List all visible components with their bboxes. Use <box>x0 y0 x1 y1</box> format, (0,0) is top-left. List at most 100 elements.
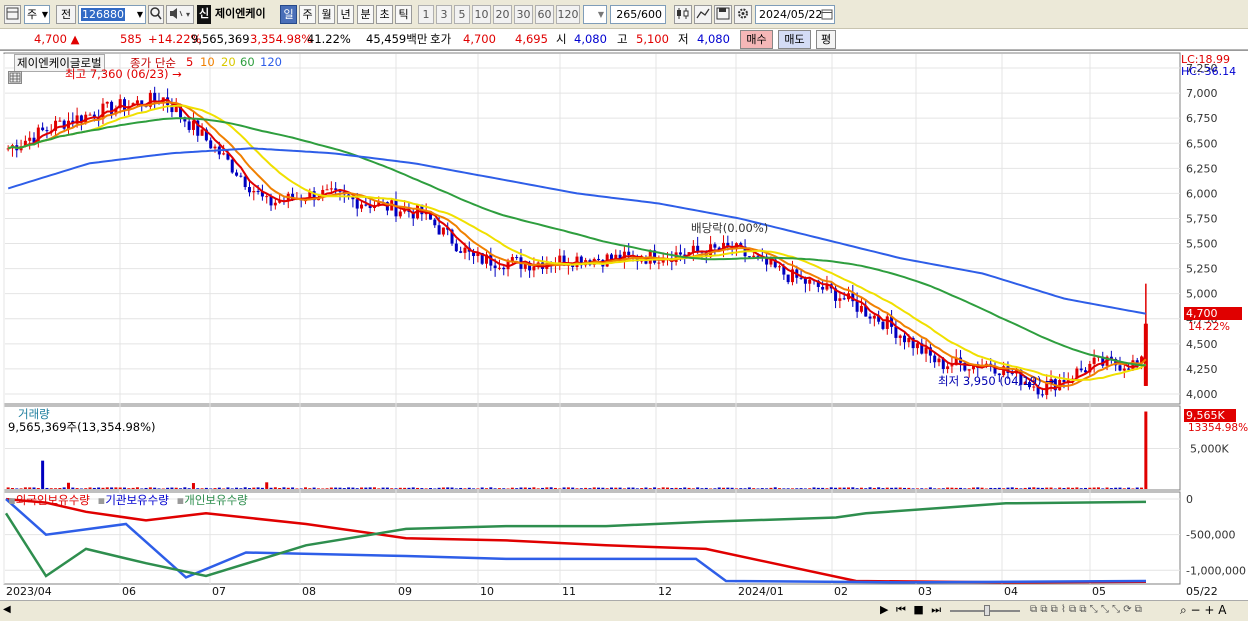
sound-icon[interactable]: ▾ <box>166 5 194 24</box>
grid-toggle-icon[interactable] <box>8 71 22 84</box>
tool-icons[interactable]: ⧉ ⧉ ⧉ ⌇ ⧉ ⧉ ⤡ ⤡ ⤡ ⟳ ⧉ <box>1030 604 1142 615</box>
candle-body <box>360 204 364 209</box>
volume-bar <box>381 487 385 489</box>
x-tick-label: 10 <box>480 585 494 598</box>
volume-bar <box>640 488 644 489</box>
ask-label: 호가 <box>430 32 452 46</box>
volume-bar <box>209 488 213 489</box>
volume-bar <box>997 487 1001 489</box>
interval-120[interactable]: 120 <box>556 5 580 24</box>
ma-legend-5: 5 <box>186 55 194 69</box>
interval-60[interactable]: 60 <box>535 5 554 24</box>
volume-bar <box>627 487 631 489</box>
volume-bar <box>838 487 842 489</box>
volume-bar <box>976 487 980 489</box>
volume-bar <box>304 487 308 489</box>
buy-button[interactable]: 매수 <box>740 30 773 49</box>
candle-body <box>933 355 937 363</box>
tab-period-day[interactable]: 일 <box>280 5 297 24</box>
volume-bar <box>924 488 928 489</box>
volume-bar <box>377 488 381 489</box>
legend-institution: 기관보유수량 <box>105 493 169 507</box>
candle-body <box>364 204 368 206</box>
volume-bar <box>911 488 915 489</box>
interval-1[interactable]: 1 <box>418 5 434 24</box>
eval-button[interactable]: 평 <box>816 30 836 49</box>
volume-bar <box>342 488 346 489</box>
interval-5[interactable]: 5 <box>454 5 470 24</box>
volume-bar <box>846 487 850 489</box>
zoom-slider-handle[interactable] <box>984 605 990 616</box>
tab-period-month[interactable]: 월 <box>318 5 335 24</box>
volume-bar <box>204 487 208 489</box>
volume-bar <box>575 488 579 489</box>
y-tick-label: 5,000 <box>1186 288 1218 301</box>
y-tick-label: 7,000 <box>1186 87 1218 100</box>
zoom-controls[interactable]: ⌕ − + A <box>1180 603 1226 618</box>
save-icon[interactable] <box>714 5 732 24</box>
volume-bar <box>816 487 820 489</box>
volume-bar <box>622 488 626 489</box>
volume-bar <box>411 487 415 489</box>
chart-area[interactable]: 7,250 7,000 6,750 6,500 6,250 6,000 5,750 5,500… <box>0 50 1248 600</box>
candle-body <box>786 274 790 283</box>
custom-interval-select[interactable]: ▼ <box>583 5 607 24</box>
playback-controls[interactable]: ▶ ⏮ ■ ⏭ <box>880 603 943 617</box>
interval-10[interactable]: 10 <box>472 5 491 24</box>
chart-svg[interactable]: 7,2507,0006,7506,5006,2506,0005,7505,500… <box>0 51 1248 601</box>
search-icon[interactable] <box>148 5 164 24</box>
volume-bar <box>1045 487 1049 489</box>
volume-bar <box>459 487 463 489</box>
volume-bar <box>282 487 286 489</box>
volume-bar <box>84 488 88 489</box>
y-tick-label: 5,750 <box>1186 212 1218 225</box>
volume-bar <box>812 487 816 489</box>
volume-bar <box>329 487 333 489</box>
volume-bar <box>127 488 131 489</box>
chart-scrollbar[interactable]: ◀ ▶ ⏮ ■ ⏭ ⧉ ⧉ ⧉ ⌇ ⧉ ⧉ ⤡ ⤡ ⤡ ⟳ ⧉ ⌕ − + A <box>0 600 1248 621</box>
volume-bar <box>1023 487 1027 489</box>
volume-bar <box>79 488 83 489</box>
volume-bar <box>191 483 195 489</box>
volume-bar <box>45 487 49 489</box>
interval-20[interactable]: 20 <box>493 5 512 24</box>
data-count[interactable]: 265/600 <box>610 5 666 24</box>
sell-button[interactable]: 매도 <box>778 30 811 49</box>
tab-period-minute[interactable]: 분 <box>357 5 374 24</box>
volume-bar <box>821 487 825 489</box>
volume-bar <box>36 488 40 489</box>
prev-button[interactable]: 전 <box>56 5 76 24</box>
volume-bar <box>1071 487 1075 489</box>
volume-bar <box>532 487 536 489</box>
volume-bar <box>851 487 855 489</box>
tab-period-week[interactable]: 주 <box>299 5 316 24</box>
date-input[interactable]: 2024/05/22 <box>755 5 835 24</box>
volume-bar <box>183 487 187 489</box>
candle-body <box>463 247 467 253</box>
candle-body <box>855 301 859 312</box>
holding-y-tick: 0 <box>1186 493 1193 506</box>
candle-body <box>1118 365 1122 371</box>
volume-bar <box>260 487 264 489</box>
draw-tool-icon[interactable] <box>694 5 712 24</box>
tab-period-second[interactable]: 초 <box>376 5 393 24</box>
volume-bar <box>170 487 174 489</box>
volume-bar <box>28 487 32 489</box>
candle-body <box>752 255 756 257</box>
volume-bar <box>131 487 135 489</box>
tab-period-year[interactable]: 년 <box>337 5 354 24</box>
candle-body <box>821 286 825 290</box>
settings-gear-icon[interactable] <box>734 5 752 24</box>
volume-bar <box>946 487 950 489</box>
candle-body <box>881 321 885 329</box>
chart-type-icon[interactable] <box>4 5 21 24</box>
tab-period-tick[interactable]: 틱 <box>395 5 412 24</box>
candle-style-icon[interactable] <box>674 5 692 24</box>
interval-3[interactable]: 3 <box>436 5 452 24</box>
interval-30[interactable]: 30 <box>514 5 533 24</box>
scroll-left-arrow[interactable]: ◀ <box>3 604 11 615</box>
volume-bar <box>954 487 958 489</box>
period-select[interactable]: 주 ▼ <box>24 5 50 24</box>
volume-bar <box>579 488 583 489</box>
ticker-input[interactable]: 126880 ▼ <box>78 5 146 24</box>
